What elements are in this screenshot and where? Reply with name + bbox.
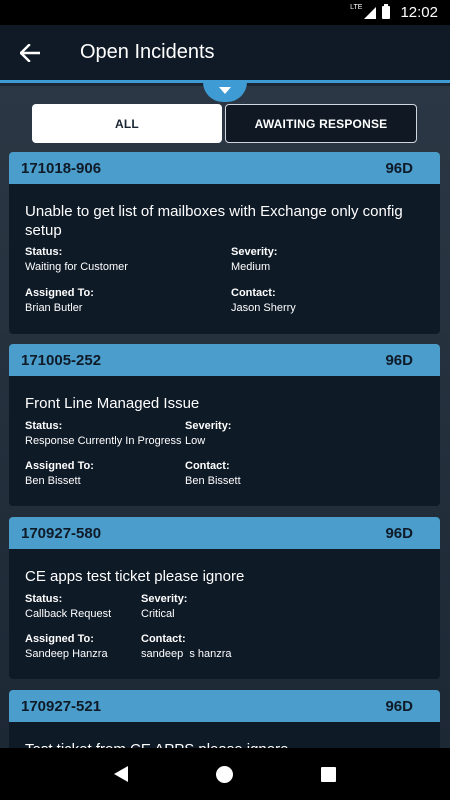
- assigned-field: Assigned To: Ben Bissett: [25, 460, 94, 487]
- incident-id: 171018-906: [21, 159, 102, 177]
- incident-id: 171005-252: [21, 351, 102, 369]
- status-label: Status:: [25, 593, 63, 605]
- severity-value: Critical: [141, 608, 175, 620]
- nav-recents-icon[interactable]: [321, 766, 336, 782]
- incident-age: 96D: [385, 697, 413, 715]
- incident-title: Unable to get list of mailboxes with Exc…: [25, 203, 403, 239]
- incident-title: Front Line Managed Issue: [25, 395, 200, 412]
- system-nav-bar: [0, 748, 450, 800]
- tab-all[interactable]: ALL: [32, 104, 222, 143]
- incident-header: 171018-906 96D: [9, 152, 440, 184]
- battery-icon: [382, 4, 391, 19]
- chevron-down-icon: [219, 86, 231, 94]
- incident-card[interactable]: 171018-906 96D Unable to get list of mai…: [9, 152, 440, 334]
- incident-id: 170927-580: [21, 524, 102, 542]
- arrow-left-icon: [20, 43, 40, 62]
- assigned-label: Assigned To:: [25, 633, 94, 645]
- nav-home-icon[interactable]: [216, 765, 233, 783]
- status-value: Callback Request: [25, 608, 112, 620]
- incident-list[interactable]: ALL AWAITING RESPONSE 171018-906 96D Una…: [0, 86, 450, 748]
- severity-field: Severity: Low: [185, 420, 231, 447]
- incident-age: 96D: [385, 524, 413, 542]
- contact-field: Contact: sandeep s hanzra: [141, 633, 232, 660]
- severity-label: Severity:: [231, 246, 278, 258]
- contact-field: Contact: Ben Bissett: [185, 460, 241, 487]
- status-field: Status: Callback Request: [25, 593, 111, 620]
- severity-label: Severity:: [185, 420, 232, 432]
- assigned-label: Assigned To:: [25, 460, 94, 472]
- severity-label: Severity:: [141, 593, 188, 605]
- assigned-field: Assigned To: Sandeep Hanzra: [25, 633, 108, 660]
- severity-field: Severity: Critical: [141, 593, 187, 620]
- network-type: LTE: [350, 4, 363, 11]
- incident-card[interactable]: 170927-521 96D Test ticket from CE APPS …: [9, 690, 440, 748]
- incident-title: Test ticket from CE APPS please ignore: [25, 740, 425, 748]
- assigned-label: Assigned To:: [25, 287, 94, 299]
- page-title: Open Incidents: [80, 41, 215, 63]
- filter-tabs: ALL AWAITING RESPONSE: [32, 104, 417, 143]
- clock: 12:02: [400, 4, 438, 21]
- contact-value: Jason Sherry: [231, 302, 296, 314]
- incident-age: 96D: [385, 351, 413, 369]
- incident-header: 170927-521 96D: [9, 690, 440, 722]
- contact-value: sandeep s hanzra: [141, 648, 232, 660]
- app-bar: Open Incidents: [0, 25, 450, 83]
- assigned-value: Sandeep Hanzra: [25, 648, 108, 660]
- incident-title: CE apps test ticket please ignore: [25, 568, 245, 585]
- incident-age: 96D: [385, 159, 413, 177]
- status-value: Waiting for Customer: [25, 261, 128, 273]
- incident-id: 170927-521: [21, 697, 102, 715]
- incident-header: 171005-252 96D: [9, 344, 440, 376]
- status-label: Status:: [25, 246, 63, 258]
- status-value: Response Currently In Progress: [25, 435, 182, 447]
- contact-label: Contact:: [231, 287, 276, 299]
- assigned-value: Brian Butler: [25, 302, 83, 314]
- assigned-field: Assigned To: Brian Butler: [25, 287, 94, 314]
- contact-field: Contact: Jason Sherry: [231, 287, 296, 314]
- contact-label: Contact:: [185, 460, 230, 472]
- signal-icon: [364, 6, 377, 19]
- status-label: Status:: [25, 420, 63, 432]
- incident-card[interactable]: 170927-580 96D CE apps test ticket pleas…: [9, 517, 440, 679]
- status-field: Status: Response Currently In Progress: [25, 420, 182, 447]
- nav-back-icon[interactable]: [114, 766, 128, 782]
- incident-header: 170927-580 96D: [9, 517, 440, 549]
- tab-awaiting-response[interactable]: AWAITING RESPONSE: [225, 104, 417, 143]
- severity-value: Medium: [231, 261, 271, 273]
- back-button[interactable]: [0, 24, 60, 82]
- contact-label: Contact:: [141, 633, 186, 645]
- contact-value: Ben Bissett: [185, 475, 241, 487]
- severity-field: Severity: Medium: [231, 246, 277, 273]
- incident-card[interactable]: 171005-252 96D Front Line Managed Issue …: [9, 344, 440, 506]
- status-bar: LTE 12:02: [0, 0, 450, 25]
- severity-value: Low: [185, 435, 206, 447]
- assigned-value: Ben Bissett: [25, 475, 81, 487]
- status-field: Status: Waiting for Customer: [25, 246, 128, 273]
